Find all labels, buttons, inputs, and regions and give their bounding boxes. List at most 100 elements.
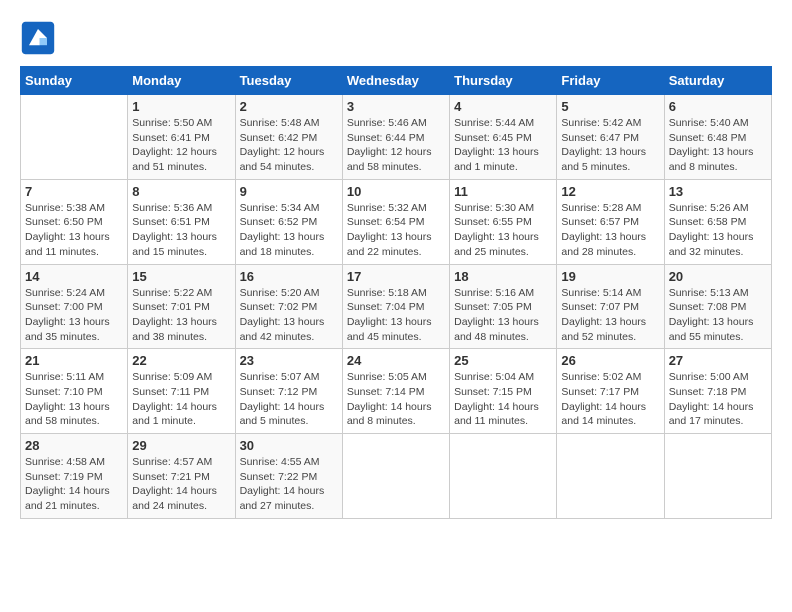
day-number: 19 <box>561 269 659 284</box>
day-number: 1 <box>132 99 230 114</box>
day-info: Sunrise: 5:02 AM Sunset: 7:17 PM Dayligh… <box>561 370 659 429</box>
day-info: Sunrise: 5:28 AM Sunset: 6:57 PM Dayligh… <box>561 201 659 260</box>
calendar-cell: 22 Sunrise: 5:09 AM Sunset: 7:11 PM Dayli… <box>128 349 235 434</box>
day-number: 30 <box>240 438 338 453</box>
calendar-cell: 25Sunrise: 5:04 AM Sunset: 7:15 PM Dayli… <box>450 349 557 434</box>
day-info: Sunrise: 5:32 AM Sunset: 6:54 PM Dayligh… <box>347 201 445 260</box>
day-number: 23 <box>240 353 338 368</box>
calendar-cell: 13 Sunrise: 5:26 AM Sunset: 6:58 PM Dayli… <box>664 179 771 264</box>
day-info: Sunrise: 5:07 AM Sunset: 7:12 PM Dayligh… <box>240 370 338 429</box>
calendar-week-1: 1 Sunrise: 5:50 AM Sunset: 6:41 PM Daylig… <box>21 95 772 180</box>
calendar-cell: 18Sunrise: 5:16 AM Sunset: 7:05 PM Dayli… <box>450 264 557 349</box>
day-number: 13 <box>669 184 767 199</box>
calendar-cell: 20Sunrise: 5:13 AM Sunset: 7:08 PM Dayli… <box>664 264 771 349</box>
day-info: Sunrise: 5:34 AM Sunset: 6:52 PM Dayligh… <box>240 201 338 260</box>
calendar-cell: 14 Sunrise: 5:24 AM Sunset: 7:00 PM Dayli… <box>21 264 128 349</box>
day-info: Sunrise: 5:14 AM Sunset: 7:07 PM Dayligh… <box>561 286 659 345</box>
calendar-cell <box>450 434 557 519</box>
calendar-cell: 5 Sunrise: 5:42 AM Sunset: 6:47 PM Daylig… <box>557 95 664 180</box>
day-number: 28 <box>25 438 123 453</box>
day-info: Sunrise: 5:50 AM Sunset: 6:41 PM Dayligh… <box>132 116 230 175</box>
day-number: 5 <box>561 99 659 114</box>
day-number: 17 <box>347 269 445 284</box>
calendar-cell: 2 Sunrise: 5:48 AM Sunset: 6:42 PM Daylig… <box>235 95 342 180</box>
calendar-cell: 15 Sunrise: 5:22 AM Sunset: 7:01 PM Dayli… <box>128 264 235 349</box>
day-info: Sunrise: 5:26 AM Sunset: 6:58 PM Dayligh… <box>669 201 767 260</box>
day-info: Sunrise: 4:57 AM Sunset: 7:21 PM Dayligh… <box>132 455 230 514</box>
day-number: 9 <box>240 184 338 199</box>
day-number: 27 <box>669 353 767 368</box>
day-number: 15 <box>132 269 230 284</box>
day-number: 3 <box>347 99 445 114</box>
day-number: 14 <box>25 269 123 284</box>
day-info: Sunrise: 5:05 AM Sunset: 7:14 PM Dayligh… <box>347 370 445 429</box>
day-info: Sunrise: 5:20 AM Sunset: 7:02 PM Dayligh… <box>240 286 338 345</box>
logo <box>20 20 60 56</box>
day-info: Sunrise: 5:44 AM Sunset: 6:45 PM Dayligh… <box>454 116 552 175</box>
day-info: Sunrise: 5:40 AM Sunset: 6:48 PM Dayligh… <box>669 116 767 175</box>
day-number: 22 <box>132 353 230 368</box>
day-info: Sunrise: 5:48 AM Sunset: 6:42 PM Dayligh… <box>240 116 338 175</box>
weekday-header-tuesday: Tuesday <box>235 67 342 95</box>
calendar-cell: 7 Sunrise: 5:38 AM Sunset: 6:50 PM Daylig… <box>21 179 128 264</box>
day-number: 16 <box>240 269 338 284</box>
day-info: Sunrise: 5:09 AM Sunset: 7:11 PM Dayligh… <box>132 370 230 429</box>
logo-icon <box>20 20 56 56</box>
weekday-header-sunday: Sunday <box>21 67 128 95</box>
weekday-header-monday: Monday <box>128 67 235 95</box>
calendar-cell: 27 Sunrise: 5:00 AM Sunset: 7:18 PM Dayli… <box>664 349 771 434</box>
day-info: Sunrise: 5:30 AM Sunset: 6:55 PM Dayligh… <box>454 201 552 260</box>
day-number: 7 <box>25 184 123 199</box>
calendar-cell <box>557 434 664 519</box>
weekday-header-saturday: Saturday <box>664 67 771 95</box>
day-info: Sunrise: 5:24 AM Sunset: 7:00 PM Dayligh… <box>25 286 123 345</box>
calendar-cell: 6 Sunrise: 5:40 AM Sunset: 6:48 PM Daylig… <box>664 95 771 180</box>
calendar-cell: 3 Sunrise: 5:46 AM Sunset: 6:44 PM Daylig… <box>342 95 449 180</box>
calendar-cell <box>342 434 449 519</box>
day-number: 4 <box>454 99 552 114</box>
calendar-cell: 24 Sunrise: 5:05 AM Sunset: 7:14 PM Dayli… <box>342 349 449 434</box>
calendar-week-2: 7 Sunrise: 5:38 AM Sunset: 6:50 PM Daylig… <box>21 179 772 264</box>
calendar-cell: 21 Sunrise: 5:11 AM Sunset: 7:10 PM Dayli… <box>21 349 128 434</box>
day-info: Sunrise: 5:38 AM Sunset: 6:50 PM Dayligh… <box>25 201 123 260</box>
day-number: 21 <box>25 353 123 368</box>
day-number: 24 <box>347 353 445 368</box>
day-info: Sunrise: 5:18 AM Sunset: 7:04 PM Dayligh… <box>347 286 445 345</box>
day-number: 10 <box>347 184 445 199</box>
day-number: 25 <box>454 353 552 368</box>
calendar-cell: 8Sunrise: 5:36 AM Sunset: 6:51 PM Daylig… <box>128 179 235 264</box>
calendar-cell: 10 Sunrise: 5:32 AM Sunset: 6:54 PM Dayli… <box>342 179 449 264</box>
calendar-cell: 30 Sunrise: 4:55 AM Sunset: 7:22 PM Dayli… <box>235 434 342 519</box>
calendar-cell <box>21 95 128 180</box>
calendar-cell: 23 Sunrise: 5:07 AM Sunset: 7:12 PM Dayli… <box>235 349 342 434</box>
calendar-cell <box>664 434 771 519</box>
day-number: 8 <box>132 184 230 199</box>
day-info: Sunrise: 5:42 AM Sunset: 6:47 PM Dayligh… <box>561 116 659 175</box>
calendar-week-3: 14 Sunrise: 5:24 AM Sunset: 7:00 PM Dayli… <box>21 264 772 349</box>
calendar-week-5: 28Sunrise: 4:58 AM Sunset: 7:19 PM Dayli… <box>21 434 772 519</box>
weekday-header-wednesday: Wednesday <box>342 67 449 95</box>
day-number: 6 <box>669 99 767 114</box>
calendar-cell: 28Sunrise: 4:58 AM Sunset: 7:19 PM Dayli… <box>21 434 128 519</box>
day-info: Sunrise: 5:46 AM Sunset: 6:44 PM Dayligh… <box>347 116 445 175</box>
calendar-cell: 26 Sunrise: 5:02 AM Sunset: 7:17 PM Dayli… <box>557 349 664 434</box>
day-number: 12 <box>561 184 659 199</box>
calendar-cell: 1 Sunrise: 5:50 AM Sunset: 6:41 PM Daylig… <box>128 95 235 180</box>
calendar-week-4: 21 Sunrise: 5:11 AM Sunset: 7:10 PM Dayli… <box>21 349 772 434</box>
day-number: 2 <box>240 99 338 114</box>
calendar-header-row: SundayMondayTuesdayWednesdayThursdayFrid… <box>21 67 772 95</box>
calendar-table: SundayMondayTuesdayWednesdayThursdayFrid… <box>20 66 772 519</box>
day-info: Sunrise: 5:22 AM Sunset: 7:01 PM Dayligh… <box>132 286 230 345</box>
day-info: Sunrise: 4:55 AM Sunset: 7:22 PM Dayligh… <box>240 455 338 514</box>
weekday-header-thursday: Thursday <box>450 67 557 95</box>
calendar-cell: 17 Sunrise: 5:18 AM Sunset: 7:04 PM Dayli… <box>342 264 449 349</box>
day-info: Sunrise: 5:11 AM Sunset: 7:10 PM Dayligh… <box>25 370 123 429</box>
day-number: 26 <box>561 353 659 368</box>
day-info: Sunrise: 5:00 AM Sunset: 7:18 PM Dayligh… <box>669 370 767 429</box>
calendar-cell: 12 Sunrise: 5:28 AM Sunset: 6:57 PM Dayli… <box>557 179 664 264</box>
calendar-cell: 11Sunrise: 5:30 AM Sunset: 6:55 PM Dayli… <box>450 179 557 264</box>
day-info: Sunrise: 5:16 AM Sunset: 7:05 PM Dayligh… <box>454 286 552 345</box>
calendar-cell: 19 Sunrise: 5:14 AM Sunset: 7:07 PM Dayli… <box>557 264 664 349</box>
calendar-cell: 16 Sunrise: 5:20 AM Sunset: 7:02 PM Dayli… <box>235 264 342 349</box>
calendar-cell: 9 Sunrise: 5:34 AM Sunset: 6:52 PM Daylig… <box>235 179 342 264</box>
